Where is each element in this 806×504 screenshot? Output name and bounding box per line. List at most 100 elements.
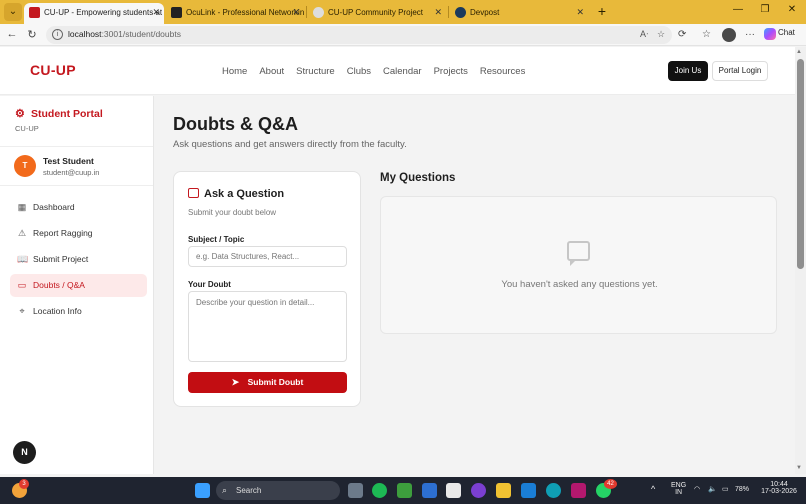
new-tab-button[interactable]: + — [594, 3, 610, 21]
volume-icon[interactable]: 🔈 — [708, 485, 717, 493]
gear-icon: ⚙ — [15, 108, 25, 120]
subject-label: Subject / Topic — [188, 235, 245, 244]
tab-actions-menu[interactable]: ⌄ — [4, 3, 22, 21]
app-icon[interactable] — [446, 483, 461, 498]
scrollbar-thumb[interactable] — [797, 59, 804, 269]
tab-cu-up[interactable]: CU-UP - Empowering students at C ✕ — [24, 3, 164, 24]
next-dev-badge[interactable]: N — [13, 441, 36, 464]
taskbar-search[interactable]: ⌕ Search — [216, 481, 340, 500]
portal-subtitle: CU-UP — [15, 124, 39, 133]
tab-separator — [306, 6, 307, 18]
nav-calendar[interactable]: Calendar — [383, 66, 422, 77]
edge-icon[interactable] — [546, 483, 561, 498]
subject-input[interactable] — [188, 246, 347, 267]
language-indicator[interactable]: ENG IN — [671, 482, 686, 496]
sidebar-item-location-info[interactable]: ⌖ Location Info — [10, 300, 147, 323]
dev-tool-icon[interactable] — [422, 483, 437, 498]
jetbrains-icon[interactable] — [571, 483, 586, 498]
file-explorer-icon[interactable] — [496, 483, 511, 498]
chevron-up-icon[interactable]: ^ — [651, 484, 655, 494]
oculink-favicon-icon — [171, 7, 182, 18]
clock[interactable]: 10:44 17-03-2026 — [756, 481, 802, 495]
node-icon[interactable] — [397, 483, 412, 498]
user-email: student@cuup.in — [43, 168, 100, 177]
minimize-icon[interactable]: — — [728, 4, 748, 15]
doubt-textarea[interactable] — [188, 291, 347, 362]
chat-icon: ▭ — [17, 280, 27, 290]
sidebar-item-doubts[interactable]: ▭ Doubts / Q&A — [10, 274, 147, 297]
cu-up-favicon-icon — [29, 7, 40, 18]
my-questions-title: My Questions — [380, 172, 456, 184]
windows-start-icon[interactable] — [195, 483, 210, 498]
browser-tab-bar: ⌄ CU-UP - Empowering students at C ✕ Ocu… — [0, 0, 806, 24]
search-icon: ⌕ — [222, 485, 228, 495]
ask-question-subtitle: Submit your doubt below — [188, 208, 277, 217]
task-view-icon[interactable] — [348, 483, 363, 498]
vscode-icon[interactable] — [521, 483, 536, 498]
nav-resources[interactable]: Resources — [480, 66, 525, 77]
warning-icon: ⚠ — [17, 228, 27, 238]
scroll-down-icon[interactable]: ▼ — [796, 465, 802, 471]
page-title: Doubts & Q&A — [173, 114, 298, 134]
nav-structure[interactable]: Structure — [296, 66, 335, 77]
whatsapp-badge: 42 — [604, 479, 617, 489]
globe-icon — [313, 7, 324, 18]
windows-taskbar: 3 ⌕ Search 42 ^ ENG IN ◠ 🔈 ▭ 78% 10:44 1… — [0, 477, 806, 504]
close-icon[interactable]: ✕ — [292, 3, 300, 22]
tab-oculink[interactable]: OcuLink - Professional Networking ✕ — [166, 3, 304, 24]
close-window-icon[interactable]: ✕ — [782, 4, 802, 15]
copilot-chat-button[interactable]: Chat — [764, 28, 795, 40]
close-icon[interactable]: ✕ — [576, 3, 584, 22]
send-icon: ➤ — [231, 377, 240, 387]
site-header: CU-UP Home About Structure Clubs Calenda… — [0, 47, 795, 95]
read-aloud-icon[interactable]: Aᐧ — [640, 29, 648, 40]
scroll-up-icon[interactable]: ▲ — [796, 49, 802, 55]
notification-badge: 3 — [19, 479, 29, 489]
chat-icon — [188, 188, 199, 198]
ask-question-title: Ask a Question — [204, 188, 285, 200]
portal-title: ⚙ Student Portal — [15, 108, 103, 120]
url-text[interactable]: localhost:3001/student/doubts — [68, 29, 181, 39]
devpost-favicon-icon — [455, 7, 466, 18]
my-questions-panel: You haven't asked any questions yet. — [380, 196, 777, 334]
nav-about[interactable]: About — [259, 66, 284, 77]
avatar: T — [14, 155, 36, 177]
join-us-button[interactable]: Join Us — [668, 61, 708, 81]
portal-login-button[interactable]: Portal Login — [712, 61, 768, 81]
nav-home[interactable]: Home — [222, 66, 247, 77]
back-icon[interactable]: ← — [4, 28, 20, 40]
reload-icon[interactable]: ↻ — [24, 28, 40, 41]
page-subtitle: Ask questions and get answers directly f… — [173, 139, 407, 150]
user-profile: T Test Student student@cuup.in — [0, 146, 153, 186]
maximize-icon[interactable]: ❐ — [755, 4, 775, 15]
close-icon[interactable]: ✕ — [434, 3, 442, 22]
more-menu-icon[interactable]: ··· — [745, 29, 755, 40]
submit-doubt-button[interactable]: ➤ Submit Doubt — [188, 372, 347, 393]
close-icon[interactable]: ✕ — [152, 3, 160, 22]
user-name: Test Student — [43, 156, 94, 166]
nav-clubs[interactable]: Clubs — [347, 66, 371, 77]
chat-icon — [567, 241, 590, 266]
tab-cu-up-community[interactable]: CU-UP Community Project ✕ — [308, 3, 446, 24]
battery-percent: 78% — [735, 486, 750, 493]
nav-projects[interactable]: Projects — [434, 66, 468, 77]
wifi-icon[interactable]: ◠ — [694, 485, 700, 493]
favorite-star-icon[interactable]: ☆ — [657, 29, 665, 40]
github-icon[interactable] — [471, 483, 486, 498]
sidebar-item-report-ragging[interactable]: ⚠ Report Ragging — [10, 222, 147, 245]
tab-devpost[interactable]: Devpost ✕ — [450, 3, 588, 24]
favorites-icon[interactable]: ☆ — [702, 29, 711, 40]
spotify-icon[interactable] — [372, 483, 387, 498]
sidebar-item-submit-project[interactable]: 📖 Submit Project — [10, 248, 147, 271]
sidebar-item-dashboard[interactable]: ▦ Dashboard — [10, 196, 147, 219]
page-scrollbar[interactable]: ▲ ▼ — [795, 47, 806, 474]
site-logo[interactable]: CU-UP — [30, 62, 76, 78]
extensions-icon[interactable]: ⟳ — [678, 29, 686, 40]
battery-icon[interactable]: ▭ — [722, 485, 729, 493]
address-bar-row: ← ↻ i localhost:3001/student/doubts Aᐧ ☆… — [0, 24, 806, 46]
profile-avatar[interactable] — [722, 28, 736, 42]
info-icon[interactable]: i — [52, 29, 63, 40]
url-bar[interactable]: i localhost:3001/student/doubts Aᐧ ☆ — [46, 26, 672, 44]
doubt-label: Your Doubt — [188, 280, 231, 289]
location-pin-icon: ⌖ — [19, 306, 25, 316]
